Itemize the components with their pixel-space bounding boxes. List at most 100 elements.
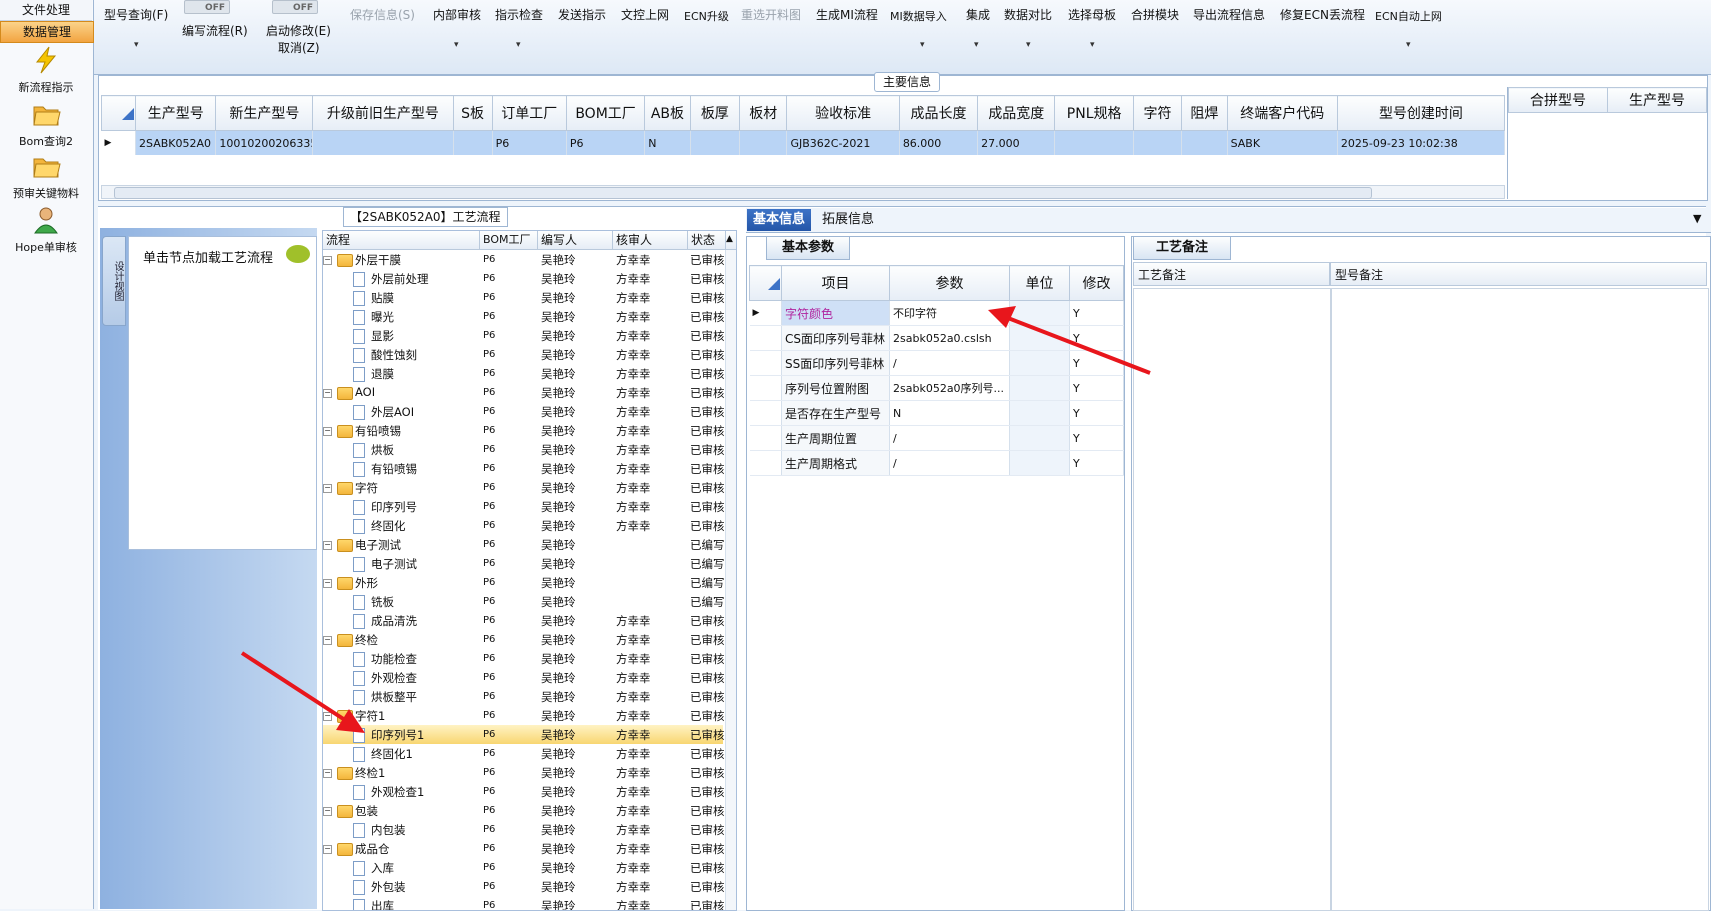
tree-row[interactable]: 成品清洗 P6 吴艳玲 方幸幸 已审核 [323, 611, 725, 630]
model-note-textarea[interactable] [1330, 288, 1709, 911]
param-cell-unit[interactable] [1009, 350, 1070, 376]
nav-item-key-material[interactable]: 预审关键物料 [0, 152, 92, 201]
param-cell-value[interactable]: 不印字符 [889, 300, 1010, 326]
column-header[interactable]: S板 [452, 95, 493, 131]
model-query-button[interactable]: 型号查询(F) [104, 6, 168, 23]
tree-row[interactable]: − 成品仓 P6 吴艳玲 方幸幸 已审核 [323, 839, 725, 858]
tree-row[interactable]: 印序列号1 P6 吴艳玲 方幸幸 已审核 [323, 725, 725, 744]
param-cell-modify[interactable]: Y [1069, 300, 1124, 326]
column-header[interactable]: BOM工厂 [565, 95, 646, 131]
tree-row[interactable]: 铣板 P6 吴艳玲 已编写 [323, 592, 725, 611]
start-modify-button[interactable]: 启动修改(E) [266, 22, 331, 39]
param-row[interactable]: CS面印序列号菲林 2sabk052a0.cslsh Y [749, 325, 1124, 351]
tree-row[interactable]: − 终检1 P6 吴艳玲 方幸幸 已审核 [323, 763, 725, 782]
column-header[interactable]: BOM工厂 [480, 231, 538, 249]
column-header[interactable]: 项目 [781, 265, 890, 301]
merge-module-button[interactable]: 合拼模块 [1131, 6, 1179, 23]
tree-row[interactable]: 电子测试 P6 吴艳玲 已编写 [323, 554, 725, 573]
column-header[interactable]: 生产型号 [1607, 87, 1707, 113]
horizontal-scrollbar[interactable] [101, 185, 1505, 199]
tree-row[interactable]: 印序列号 P6 吴艳玲 方幸幸 已审核 [323, 497, 725, 516]
design-view-tab[interactable]: 设计视图 [102, 236, 126, 326]
process-note-textarea[interactable] [1133, 288, 1332, 911]
param-cell-item[interactable]: SS面印序列号菲林 [781, 350, 890, 376]
table-cell[interactable] [1181, 130, 1228, 155]
chevron-down-icon[interactable]: ▾ [920, 40, 925, 50]
nav-tab-data[interactable]: 数据管理 [0, 21, 94, 43]
param-cell-item[interactable]: CS面印序列号菲林 [781, 325, 890, 351]
param-cell-value[interactable]: / [889, 450, 1010, 476]
param-row[interactable]: 生产周期格式 / Y [749, 450, 1124, 476]
internal-review-button[interactable]: 内部审核 [433, 6, 481, 23]
column-header[interactable]: 型号创建时间 [1336, 95, 1505, 131]
send-instruct-button[interactable]: 发送指示 [558, 6, 606, 23]
param-cell-unit[interactable] [1009, 400, 1070, 426]
scrollbar-thumb[interactable] [114, 187, 1372, 199]
vertical-scrollbar[interactable] [725, 250, 736, 910]
param-cell-item[interactable]: 字符颜色 [781, 300, 890, 326]
column-header[interactable]: 成品宽度 [977, 95, 1056, 131]
table-cell[interactable]: SABK [1227, 130, 1338, 155]
column-header[interactable]: 订单工厂 [491, 95, 567, 131]
param-row[interactable]: 序列号位置附图 2sabk052a0序列号... Y [749, 375, 1124, 401]
column-header[interactable]: 修改 [1069, 265, 1124, 301]
start-modify-toggle[interactable]: OFF [272, 0, 318, 14]
cancel-button[interactable]: 取消(Z) [278, 39, 320, 56]
column-header[interactable]: 字符 [1132, 95, 1183, 131]
chevron-down-icon[interactable]: ▾ [1026, 40, 1031, 50]
collapse-toggle-icon[interactable]: − [323, 579, 332, 588]
tree-row[interactable]: − 字符 P6 吴艳玲 方幸幸 已审核 [323, 478, 725, 497]
nav-tab-file[interactable]: 文件处理 [0, 0, 92, 21]
data-compare-button[interactable]: 数据对比 [1004, 6, 1052, 23]
repair-ecn-button[interactable]: 修复ECN丢流程 [1280, 6, 1365, 23]
tree-row[interactable]: − AOI P6 吴艳玲 方幸幸 已审核 [323, 383, 725, 402]
tab-extended-info[interactable]: 拓展信息 [822, 209, 874, 231]
table-row[interactable]: ▶ 2SABK052A0 10010200206335 P6 P6 N GJB3… [101, 130, 1505, 155]
collapse-toggle-icon[interactable]: − [323, 256, 332, 265]
collapse-toggle-icon[interactable]: − [323, 484, 332, 493]
tree-row[interactable]: − 有铅喷锡 P6 吴艳玲 方幸幸 已审核 [323, 421, 725, 440]
dropdown-caret-icon[interactable]: ▼ [1693, 212, 1701, 225]
mi-import-button[interactable]: MI数据导入 [890, 8, 947, 24]
table-cell[interactable]: 86.000 [899, 130, 979, 155]
column-header[interactable]: 板材 [739, 95, 788, 131]
collapse-toggle-icon[interactable]: − [323, 769, 332, 778]
column-header[interactable]: 合拼型号 [1508, 87, 1608, 113]
tree-row[interactable]: − 字符1 P6 吴艳玲 方幸幸 已审核 [323, 706, 725, 725]
collapse-toggle-icon[interactable]: − [323, 712, 332, 721]
column-header[interactable]: 核审人 [613, 231, 688, 249]
tree-row[interactable]: − 电子测试 P6 吴艳玲 已编写 [323, 535, 725, 554]
tree-row[interactable]: 烘板 P6 吴艳玲 方幸幸 已审核 [323, 440, 725, 459]
write-flow-toggle[interactable]: OFF [184, 0, 230, 14]
chevron-down-icon[interactable]: ▾ [454, 40, 459, 50]
tree-row[interactable]: 内包装 P6 吴艳玲 方幸幸 已审核 [323, 820, 725, 839]
column-header[interactable]: 终端客户代码 [1226, 95, 1338, 131]
tree-row[interactable]: − 外形 P6 吴艳玲 已编写 [323, 573, 725, 592]
tab-basic-info[interactable]: 基本信息 [747, 209, 811, 231]
table-cell[interactable]: GJB362C-2021 [786, 130, 900, 155]
tree-row[interactable]: 入库 P6 吴艳玲 方幸幸 已审核 [323, 858, 725, 877]
column-header[interactable]: 成品长度 [898, 95, 979, 131]
ecn-upgrade-button[interactable]: ECN升级 [684, 8, 729, 24]
param-row[interactable]: 是否存在生产型号 N Y [749, 400, 1124, 426]
param-cell-modify[interactable]: Y [1069, 425, 1124, 451]
param-cell-unit[interactable] [1009, 375, 1070, 401]
param-cell-item[interactable]: 是否存在生产型号 [781, 400, 890, 426]
table-cell[interactable]: N [644, 130, 691, 155]
table-cell[interactable]: 10010200206335 [215, 130, 314, 155]
param-cell-item[interactable]: 序列号位置附图 [781, 375, 890, 401]
param-cell-value[interactable]: / [889, 350, 1010, 376]
ecn-auto-button[interactable]: ECN自动上网 [1375, 8, 1442, 24]
param-cell-value[interactable]: 2sabk052a0.cslsh [889, 325, 1010, 351]
write-flow-button[interactable]: 编写流程(R) [182, 22, 248, 39]
tree-row[interactable]: 终固化 P6 吴艳玲 方幸幸 已审核 [323, 516, 725, 535]
column-header[interactable]: 验收标准 [786, 95, 900, 131]
export-flow-button[interactable]: 导出流程信息 [1193, 6, 1265, 23]
param-cell-value[interactable]: 2sabk052a0序列号... [889, 375, 1010, 401]
tree-row[interactable]: 外观检查1 P6 吴艳玲 方幸幸 已审核 [323, 782, 725, 801]
table-cell[interactable]: P6 [492, 130, 567, 155]
param-cell-item[interactable]: 生产周期位置 [781, 425, 890, 451]
column-header[interactable]: 升级前旧生产型号 [312, 95, 454, 131]
reselect-open-button[interactable]: 重选开料图 [741, 6, 801, 23]
doc-online-button[interactable]: 文控上网 [621, 6, 669, 23]
